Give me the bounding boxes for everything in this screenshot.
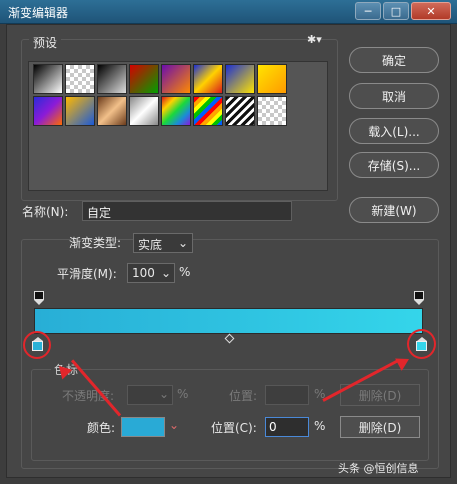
preset-swatch[interactable] (257, 64, 287, 94)
window-controls: ─ □ ✕ (355, 2, 451, 20)
color-location-percent: % (314, 419, 326, 433)
preset-swatch[interactable] (193, 64, 223, 94)
name-field[interactable]: 自定 (82, 201, 292, 221)
presets-label: 预设 (29, 34, 62, 51)
preset-swatch[interactable] (225, 96, 255, 126)
chevron-down-icon: ⌄ (158, 387, 169, 401)
preset-swatch[interactable] (65, 64, 95, 94)
smoothness-value: 100 (132, 266, 155, 280)
color-label: 颜色: (87, 421, 116, 435)
gradient-editor-dialog: 预设 ✱▾ 确定 取消 载入(L)... 存储(S)... 名称(N): 自定 … (6, 24, 451, 478)
preset-swatch[interactable] (97, 64, 127, 94)
cancel-button[interactable]: 取消 (349, 83, 439, 109)
maximize-button[interactable]: □ (383, 2, 409, 20)
stop-color-swatch[interactable] (121, 417, 165, 437)
highlight-ring-left (23, 331, 51, 359)
name-label: 名称(N): (22, 205, 69, 219)
save-button[interactable]: 存储(S)... (349, 152, 439, 178)
gear-icon[interactable]: ✱▾ (307, 33, 322, 46)
preset-swatch[interactable] (65, 96, 95, 126)
color-location-field[interactable]: 0 (265, 417, 309, 437)
ok-button[interactable]: 确定 (349, 47, 439, 73)
gradient-bar[interactable] (34, 308, 423, 334)
preset-swatch[interactable] (257, 96, 287, 126)
title-bar: 渐变编辑器 ─ □ ✕ (0, 0, 457, 24)
preset-swatch[interactable] (161, 96, 191, 126)
preset-swatch[interactable] (97, 96, 127, 126)
preset-swatch[interactable] (225, 64, 255, 94)
opacity-stop-right[interactable] (414, 291, 424, 305)
preset-swatch[interactable] (129, 64, 159, 94)
watermark: 头条 @恒创信息 (338, 462, 419, 475)
chevron-down-icon: ⌄ (160, 266, 171, 280)
smoothness-percent: % (179, 265, 191, 279)
new-button[interactable]: 新建(W) (349, 197, 439, 223)
preset-swatch[interactable] (129, 96, 159, 126)
preset-swatch-grid (28, 61, 328, 191)
preset-swatch[interactable] (161, 64, 191, 94)
preset-swatch[interactable] (193, 96, 223, 126)
preset-swatch[interactable] (33, 64, 63, 94)
chevron-down-icon: ⌄ (177, 236, 188, 250)
gradient-type-label: 渐变类型: (69, 236, 122, 250)
highlight-ring-right (407, 329, 436, 359)
opacity-percent: % (177, 387, 189, 401)
window-title: 渐变编辑器 (8, 6, 69, 20)
color-location-label: 位置(C): (211, 421, 257, 435)
opacity-field: ⌄ (127, 385, 173, 405)
smoothness-select[interactable]: 100 ⌄ (127, 263, 175, 283)
gradient-type-value: 实底 (138, 238, 163, 252)
load-button[interactable]: 载入(L)... (349, 118, 439, 144)
opacity-location-label: 位置: (229, 389, 258, 403)
color-delete-button[interactable]: 删除(D) (340, 416, 420, 438)
opacity-location-field (265, 385, 309, 405)
chevron-down-icon[interactable]: ⌄ (169, 418, 179, 432)
preset-swatch[interactable] (33, 96, 63, 126)
minimize-button[interactable]: ─ (355, 2, 381, 20)
smoothness-label: 平滑度(M): (57, 267, 117, 281)
gradient-type-select[interactable]: 实底 ⌄ (133, 233, 193, 253)
opacity-stop-left[interactable] (34, 291, 44, 305)
opacity-delete-button: 删除(D) (340, 384, 420, 406)
close-button[interactable]: ✕ (411, 2, 451, 20)
